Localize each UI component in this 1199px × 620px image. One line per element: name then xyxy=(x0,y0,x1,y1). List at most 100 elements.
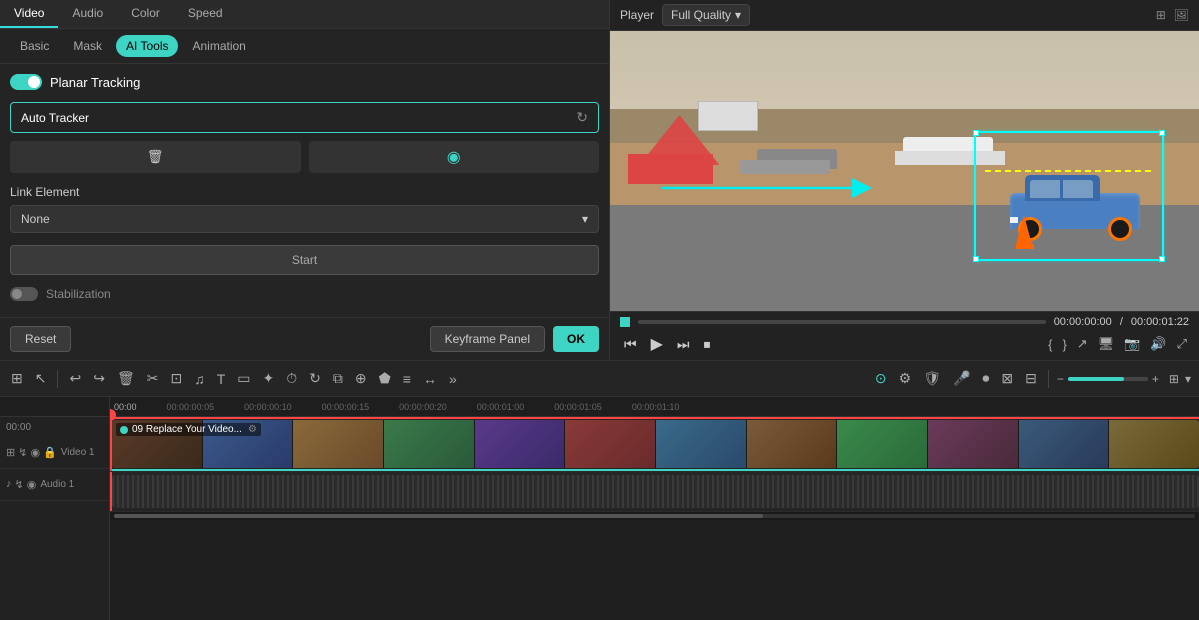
time-separator: / xyxy=(1120,316,1123,328)
clip-settings-icon[interactable]: ⚙ xyxy=(248,424,257,435)
audio-track-eye-icon[interactable]: ◉ xyxy=(27,478,37,491)
video-track-eye-icon[interactable]: ◉ xyxy=(30,446,40,459)
image-icon[interactable]: 🖼 xyxy=(1174,8,1189,22)
auto-tracker-box[interactable]: Auto Tracker ↻ xyxy=(10,102,599,133)
tab-audio[interactable]: Audio xyxy=(58,0,117,28)
progress-bar[interactable] xyxy=(638,320,1046,324)
scrollbar-thumb[interactable] xyxy=(114,514,763,518)
ok-button[interactable]: OK xyxy=(553,326,599,352)
action-buttons: 🗑 ◉ xyxy=(10,141,599,173)
crop-icon[interactable]: ⊡ xyxy=(167,367,185,390)
expand-icon[interactable]: ▾ xyxy=(1185,372,1191,386)
left-panel: Video Audio Color Speed Basic Mask AI To… xyxy=(0,0,610,360)
reset-button[interactable]: Reset xyxy=(10,326,71,352)
transform-icon[interactable]: ⊕ xyxy=(352,367,370,390)
select-tool-icon[interactable]: ↖ xyxy=(32,367,50,390)
monitor-icon[interactable]: 🖥 xyxy=(1096,334,1117,354)
video-clip[interactable]: 09 Replace Your Video... ⚙ xyxy=(112,420,1199,468)
tab-video[interactable]: Video xyxy=(0,0,58,28)
camera-icon[interactable]: 📷 xyxy=(1122,334,1142,354)
current-time: 00:00:00:00 xyxy=(1054,316,1112,328)
stabilization-toggle[interactable] xyxy=(10,287,38,301)
rotate-icon[interactable]: ↻ xyxy=(306,367,324,390)
video-track-row: 09 Replace Your Video... ⚙ xyxy=(110,417,1199,472)
picture-icon[interactable]: ⊟ xyxy=(1022,367,1040,390)
text-icon[interactable]: T xyxy=(214,368,229,390)
quality-dropdown[interactable]: Full Quality ▾ xyxy=(662,4,750,26)
video-track-grid-icon[interactable]: ⊞ xyxy=(6,446,15,459)
playhead-handle[interactable] xyxy=(620,317,630,327)
delete-toolbar-icon[interactable]: 🗑 xyxy=(114,367,138,390)
stop-button[interactable]: ⏹ xyxy=(700,334,715,355)
zoom-slider-fill xyxy=(1068,377,1124,381)
grid-view-icon[interactable]: ⊞ xyxy=(1156,8,1166,22)
ruler-mark-2: 00:00:00:10 xyxy=(214,402,292,414)
sub-tab-basic[interactable]: Basic xyxy=(10,35,59,57)
settings-icon[interactable]: ⚙ xyxy=(896,367,915,390)
audio-levels-icon[interactable]: ≡ xyxy=(400,368,414,390)
scrollbar-track[interactable] xyxy=(114,514,1195,518)
time-ruler: 00:00 00:00:00:05 00:00:00:10 00:00:00:1… xyxy=(110,397,1199,417)
player-header: Player Full Quality ▾ ⊞ 🖼 xyxy=(610,0,1199,31)
zoom-out-icon[interactable]: − xyxy=(1057,372,1064,386)
zoom-slider[interactable] xyxy=(1068,377,1148,381)
ruler-spacer xyxy=(0,397,109,417)
sub-tab-ai-tools[interactable]: AI Tools xyxy=(116,35,178,57)
magnet-icon[interactable]: ⊙ xyxy=(872,367,890,390)
sub-tab-animation[interactable]: Animation xyxy=(182,35,255,57)
ruler-mark-4: 00:00:00:20 xyxy=(369,402,447,414)
player-icons-right: ⊞ 🖼 xyxy=(1156,8,1189,22)
link-element-label: Link Element xyxy=(10,185,599,199)
toolbar: ⊞ ↖ ↩ ↪ 🗑 ✂ ⊡ ♫ T ▭ ✦ ⏱ ↻ ⧉ ⊕ ⬟ ≡ ↔ » ⊙ … xyxy=(0,361,1199,397)
tab-speed[interactable]: Speed xyxy=(174,0,237,28)
step-forward-button[interactable]: ⏭ xyxy=(673,334,694,355)
start-button[interactable]: Start xyxy=(10,245,599,275)
pip-icon[interactable]: ⧉ xyxy=(330,367,346,390)
progress-row: 00:00:00:00 / 00:00:01:22 xyxy=(620,316,1189,328)
video-track-lock-icon[interactable]: 🔒 xyxy=(43,446,57,459)
cut-icon[interactable]: ✂ xyxy=(144,367,162,390)
grid-layout-icon[interactable]: ⊞ xyxy=(1169,372,1179,386)
thumb-12 xyxy=(1109,420,1199,468)
shield-icon[interactable]: 🛡 xyxy=(920,367,944,390)
red-top-line xyxy=(110,417,1199,419)
audio-icon[interactable]: ♫ xyxy=(191,368,208,390)
effects-icon[interactable]: ✦ xyxy=(259,367,277,390)
bracket-left-icon[interactable]: { xyxy=(1046,335,1054,354)
link-element-dropdown[interactable]: None ▾ xyxy=(10,205,599,233)
mic-icon[interactable]: 🎤 xyxy=(950,367,973,390)
audio-clip[interactable] xyxy=(112,475,1199,508)
step-back-button[interactable]: ⏮ xyxy=(620,334,641,355)
delete-button[interactable]: 🗑 xyxy=(10,141,301,173)
rect-icon[interactable]: ▭ xyxy=(234,367,253,390)
volume-icon[interactable]: 🔊 xyxy=(1148,334,1168,354)
thumb-5 xyxy=(475,420,566,468)
tab-color[interactable]: Color xyxy=(117,0,174,28)
zoom-in-icon[interactable]: + xyxy=(1152,372,1159,386)
export-icon[interactable]: ↗ xyxy=(1075,334,1090,354)
ruler-mark-7: 00:00:01:10 xyxy=(602,402,680,414)
keyframe-panel-button[interactable]: Keyframe Panel xyxy=(430,326,545,352)
sub-tab-mask[interactable]: Mask xyxy=(63,35,112,57)
timeline-right: 00:00 00:00:00:05 00:00:00:10 00:00:00:1… xyxy=(110,397,1199,620)
planar-tracking-toggle[interactable] xyxy=(10,74,42,90)
fullscreen-icon[interactable]: ⤢ xyxy=(1175,334,1189,354)
play-pause-button[interactable]: ▶ xyxy=(647,332,667,356)
eye-button[interactable]: ◉ xyxy=(309,141,600,173)
bracket-right-icon[interactable]: } xyxy=(1060,335,1068,354)
divider-2 xyxy=(1048,370,1049,388)
right-buttons: Keyframe Panel OK xyxy=(430,326,599,352)
audio-track-speaker-icon[interactable]: ↯ xyxy=(15,478,24,491)
audio-track-music-icon[interactable]: ♪ xyxy=(6,478,12,491)
extend-icon[interactable]: ↔ xyxy=(420,368,440,390)
shape-icon[interactable]: ⬟ xyxy=(376,367,394,390)
more-icon[interactable]: » xyxy=(446,368,460,390)
redo-icon[interactable]: ↪ xyxy=(90,367,108,390)
timer-icon[interactable]: ⏱ xyxy=(283,367,300,390)
undo-icon[interactable]: ↩ xyxy=(66,367,84,390)
record-icon[interactable]: ⏺ xyxy=(979,367,992,390)
video-track-speaker-icon[interactable]: ↯ xyxy=(18,446,27,459)
thumb-8 xyxy=(747,420,838,468)
multi-select-icon[interactable]: ⊞ xyxy=(8,367,26,390)
caption-icon[interactable]: ⊠ xyxy=(998,367,1016,390)
